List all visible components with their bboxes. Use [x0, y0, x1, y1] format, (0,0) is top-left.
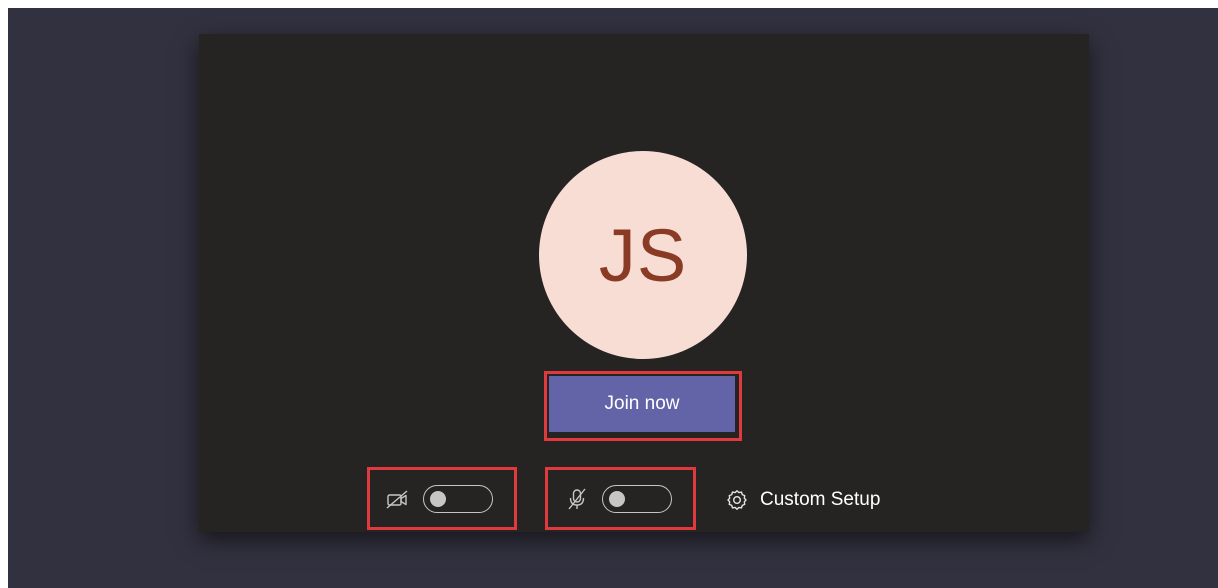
camera-toggle[interactable] — [423, 485, 493, 513]
avatar: JS — [539, 151, 747, 359]
join-now-button[interactable]: Join now — [549, 376, 735, 432]
custom-setup-label: Custom Setup — [760, 489, 881, 510]
camera-off-icon — [385, 486, 411, 512]
microphone-toggle[interactable] — [602, 485, 672, 513]
microphone-control — [564, 485, 672, 513]
camera-toggle-knob — [430, 491, 446, 507]
meeting-prejoin-screen: JS Join now Custom Setup — [8, 8, 1218, 588]
avatar-initials: JS — [598, 213, 688, 297]
mic-off-icon — [564, 486, 590, 512]
custom-setup-button[interactable]: Custom Setup — [724, 487, 880, 513]
prejoin-card: JS Join now Custom Setup — [199, 34, 1089, 532]
camera-control — [385, 485, 493, 513]
gear-icon — [724, 487, 750, 513]
microphone-toggle-knob — [609, 491, 625, 507]
join-now-label: Join now — [604, 393, 680, 414]
